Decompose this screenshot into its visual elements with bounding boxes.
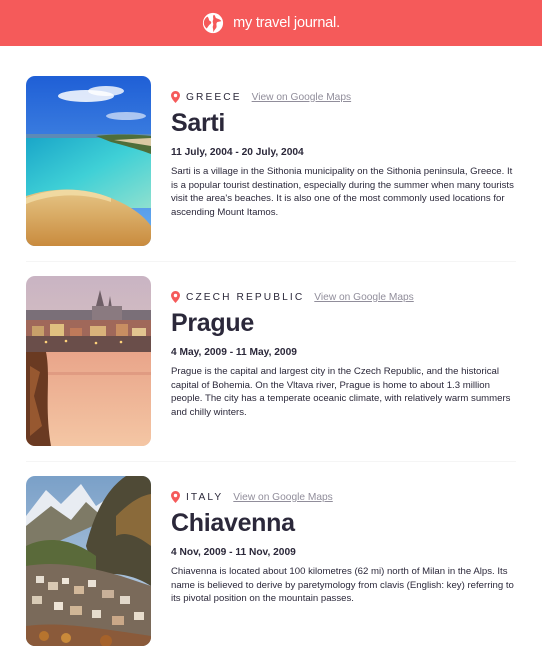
place-title: Prague [171,309,254,337]
entry-info: GREECE View on Google Maps Sarti 11 July… [171,90,521,219]
place-title: Chiavenna [171,509,295,537]
entry-info: CZECH REPUBLIC View on Google Maps Pragu… [171,290,521,419]
app-title: my travel journal. [233,15,340,31]
google-maps-link[interactable]: View on Google Maps [252,92,351,103]
location-pin-icon [171,291,180,303]
location-row: CZECH REPUBLIC View on Google Maps [171,290,521,304]
entry-divider [26,461,516,462]
trip-dates: 4 Nov, 2009 - 11 Nov, 2009 [171,547,296,558]
journal-entry: ITALY View on Google Maps Chiavenna 4 No… [0,476,542,648]
app-header: my travel journal. [0,0,542,46]
journal-entry: GREECE View on Google Maps Sarti 11 July… [0,76,542,248]
country-label: GREECE [186,91,242,103]
place-description: Chiavenna is located about 100 kilometre… [171,566,514,604]
entry-divider [26,261,516,262]
location-row: GREECE View on Google Maps [171,90,521,104]
place-description: Prague is the capital and largest city i… [171,366,511,418]
location-row: ITALY View on Google Maps [171,490,521,504]
entry-photo [26,476,151,646]
entry-photo [26,276,151,446]
country-label: ITALY [186,491,224,503]
google-maps-link[interactable]: View on Google Maps [314,292,413,303]
entry-info: ITALY View on Google Maps Chiavenna 4 No… [171,490,521,606]
place-description: Sarti is a village in the Sithonia munic… [171,166,514,218]
location-pin-icon [171,491,180,503]
trip-dates: 4 May, 2009 - 11 May, 2009 [171,347,297,358]
globe-icon [203,12,224,34]
place-title: Sarti [171,109,226,137]
google-maps-link[interactable]: View on Google Maps [233,492,332,503]
entry-photo [26,76,151,246]
trip-dates: 11 July, 2004 - 20 July, 2004 [171,147,304,158]
location-pin-icon [171,91,180,103]
country-label: CZECH REPUBLIC [186,291,305,303]
journal-entry: CZECH REPUBLIC View on Google Maps Pragu… [0,276,542,448]
